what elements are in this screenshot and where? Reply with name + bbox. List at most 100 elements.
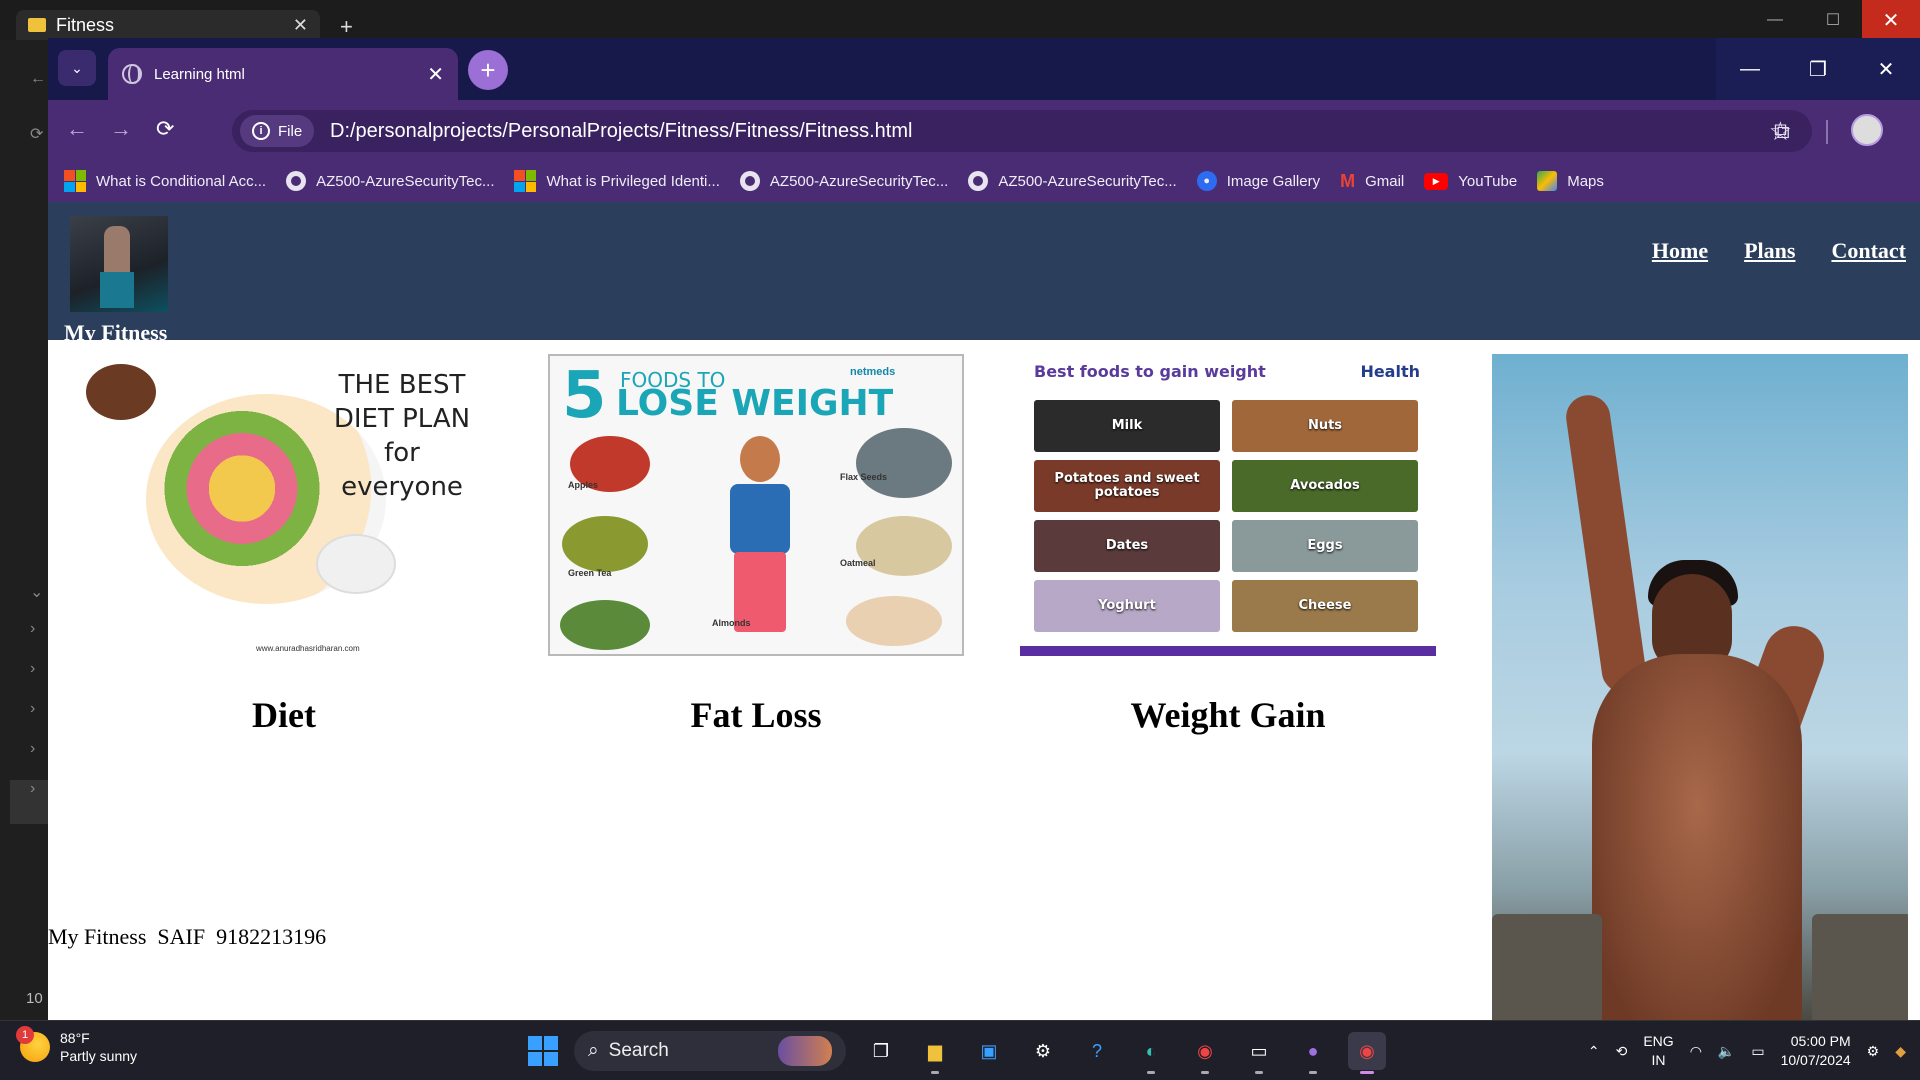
wgain-food-tile: Cheese <box>1232 580 1418 632</box>
chrome-active-icon[interactable]: ◉ <box>1348 1032 1386 1074</box>
forward-arrow-icon[interactable]: → <box>110 116 132 142</box>
fatloss-food-label: Flax Seeds <box>840 472 888 482</box>
bookmark-item[interactable]: AZ500-AzureSecurityTec... <box>286 171 494 191</box>
taskbar-search[interactable]: ⌕ Search <box>574 1031 846 1071</box>
close-button[interactable]: ✕ <box>1862 0 1920 40</box>
sidebar-count: 10 <box>26 990 43 1007</box>
sync-icon[interactable]: ⟲ <box>1616 1043 1628 1060</box>
diet-image-headline: THE BEST DIET PLAN for everyone <box>333 370 471 502</box>
terminal-icon[interactable]: ▭ <box>1240 1032 1278 1074</box>
edge-icon[interactable]: ◐ <box>1132 1032 1170 1074</box>
microsoft-store-icon[interactable]: ▣ <box>970 1032 1008 1070</box>
web-page: My Fitness Home Plans Contact THE BEST D… <box>48 202 1920 1020</box>
close-button[interactable]: ✕ <box>1852 38 1920 100</box>
reload-icon[interactable]: ⟳ <box>156 116 174 142</box>
chrome-icon[interactable]: ◉ <box>1186 1032 1224 1074</box>
explorer-tab-close-icon[interactable]: ✕ <box>293 15 308 36</box>
wgain-food-tile: Yoghurt <box>1034 580 1220 632</box>
bookmark-label: Image Gallery <box>1226 172 1321 190</box>
weather-sun-icon: 1 <box>16 1026 50 1062</box>
browser-tab-title: Learning html <box>154 65 245 83</box>
site-header: My Fitness Home Plans Contact <box>48 202 1920 345</box>
minimize-button[interactable]: — <box>1716 38 1784 100</box>
card-label-weight-gain: Weight Gain <box>1130 695 1326 735</box>
fatloss-number: 5 <box>562 359 607 433</box>
chevron-right-icon[interactable]: › <box>30 740 35 758</box>
maps-icon <box>1537 171 1558 191</box>
wifi-icon[interactable]: ◠ <box>1690 1043 1702 1060</box>
start-button[interactable] <box>528 1036 558 1066</box>
card-label-diet: Diet <box>252 695 316 735</box>
site-info-chip[interactable]: i File <box>240 115 315 147</box>
nav-link-contact[interactable]: Contact <box>1831 238 1906 264</box>
chevron-right-icon[interactable]: › <box>30 620 35 638</box>
explorer-window-controls: — ☐ ✕ <box>1746 0 1920 40</box>
explorer-new-tab-button[interactable]: + <box>340 14 353 40</box>
hero-photo <box>1492 354 1908 1020</box>
clock-time: 05:00 PM <box>1790 1033 1851 1049</box>
explorer-tab-title: Fitness <box>56 14 115 35</box>
nav-link-plans[interactable]: Plans <box>1744 238 1795 264</box>
system-tray: ⌃ ⟲ ENG IN ◠ 🔈 ▭ 05:00 PM 10/07/2024 ⚙ ◆ <box>1588 1029 1906 1073</box>
weather-widget[interactable]: 1 88°F Partly sunny <box>16 1026 137 1065</box>
bookmark-item[interactable]: What is Conditional Acc... <box>64 170 266 192</box>
globe-icon <box>968 171 989 191</box>
wgain-food-tile: Avocados <box>1232 460 1418 512</box>
address-bar[interactable]: i File D:/personalprojects/PersonalProje… <box>232 110 1812 152</box>
chevron-right-icon[interactable]: › <box>30 700 35 718</box>
chevron-right-icon[interactable]: › <box>30 660 35 678</box>
clock[interactable]: 05:00 PM 10/07/2024 <box>1781 1032 1851 1070</box>
chevron-right-icon[interactable]: › <box>30 780 35 798</box>
globe-icon <box>122 64 142 84</box>
bookmark-item[interactable]: M Gmail <box>1340 171 1404 192</box>
volume-icon[interactable]: 🔈 <box>1718 1043 1735 1060</box>
wgain-heading: Best foods to gain weight <box>1034 362 1266 381</box>
tab-search-button[interactable]: ⌄ <box>58 50 96 86</box>
chevron-up-icon[interactable]: ⌃ <box>1588 1043 1600 1060</box>
card-label-fat-loss: Fat Loss <box>690 695 822 735</box>
battery-icon[interactable]: ▭ <box>1751 1043 1764 1060</box>
nav-link-home[interactable]: Home <box>1652 238 1708 264</box>
bookmark-item[interactable]: ● Image Gallery <box>1196 171 1321 191</box>
new-tab-button[interactable]: + <box>468 50 508 90</box>
back-arrow-icon[interactable]: ← <box>66 116 88 142</box>
bookmark-item[interactable]: What is Privileged Identi... <box>514 170 720 192</box>
bookmark-item[interactable]: AZ500-AzureSecurityTec... <box>739 171 948 191</box>
restore-button[interactable]: ❐ <box>1784 38 1852 100</box>
github-icon[interactable]: ● <box>1294 1032 1332 1074</box>
wgain-food-tile: Dates <box>1034 520 1220 572</box>
browser-toolbar: ← → ⟳ i File D:/personalprojects/Persona… <box>48 100 1920 160</box>
weight-gain-image[interactable]: Best foods to gain weight Health Milk Nut… <box>1020 354 1436 656</box>
info-icon: i <box>252 122 270 140</box>
browser-tab-active[interactable]: Learning html ✕ <box>108 48 458 100</box>
language-indicator[interactable]: ENG IN <box>1643 1032 1673 1070</box>
site-logo-image[interactable] <box>70 216 168 312</box>
wgain-food-tile: Eggs <box>1232 520 1418 572</box>
browser-tabstrip: ⌄ Learning html ✕ + — ❐ ✕ <box>48 38 1920 100</box>
taskbar: 1 88°F Partly sunny ⌕ Search ❐ ▆ ▣ ⚙ ? ◐… <box>0 1020 1920 1080</box>
bookmark-item[interactable]: Maps <box>1537 171 1604 191</box>
bookmark-item[interactable]: AZ500-AzureSecurityTec... <box>968 171 1177 191</box>
extensions-icon[interactable]: ⧉ <box>1774 118 1790 144</box>
help-icon[interactable]: ? <box>1078 1032 1116 1070</box>
profile-avatar[interactable] <box>1851 114 1883 146</box>
chevron-down-icon[interactable]: ⌄ <box>30 582 43 602</box>
refresh-icon[interactable]: ⟳ <box>30 124 43 144</box>
settings-gear-icon[interactable]: ⚙ <box>1024 1032 1062 1070</box>
explorer-tab[interactable]: Fitness ✕ <box>16 10 320 40</box>
back-arrow-icon[interactable]: ← <box>30 70 46 88</box>
bookmark-item[interactable]: ▶ YouTube <box>1424 172 1517 190</box>
notification-bell-icon[interactable]: ⚙ <box>1867 1043 1880 1060</box>
task-view-icon[interactable]: ❐ <box>862 1032 900 1070</box>
lang-bottom: IN <box>1651 1052 1666 1068</box>
tab-close-icon[interactable]: ✕ <box>427 62 444 87</box>
url-text[interactable]: D:/personalprojects/PersonalProjects/Fit… <box>330 120 912 143</box>
copilot-icon[interactable]: ◆ <box>1895 1043 1906 1060</box>
fat-loss-image[interactable]: 5 FOODS TO LOSE WEIGHT netmeds Apples Fl… <box>548 354 964 656</box>
minimize-button[interactable]: — <box>1746 0 1804 40</box>
sidebar-selected-item[interactable] <box>10 780 48 824</box>
maximize-button[interactable]: ☐ <box>1804 0 1862 40</box>
fatloss-brand: netmeds <box>850 366 896 378</box>
diet-image[interactable]: THE BEST DIET PLAN for everyone www.anur… <box>76 354 492 656</box>
file-explorer-icon[interactable]: ▆ <box>916 1032 954 1074</box>
